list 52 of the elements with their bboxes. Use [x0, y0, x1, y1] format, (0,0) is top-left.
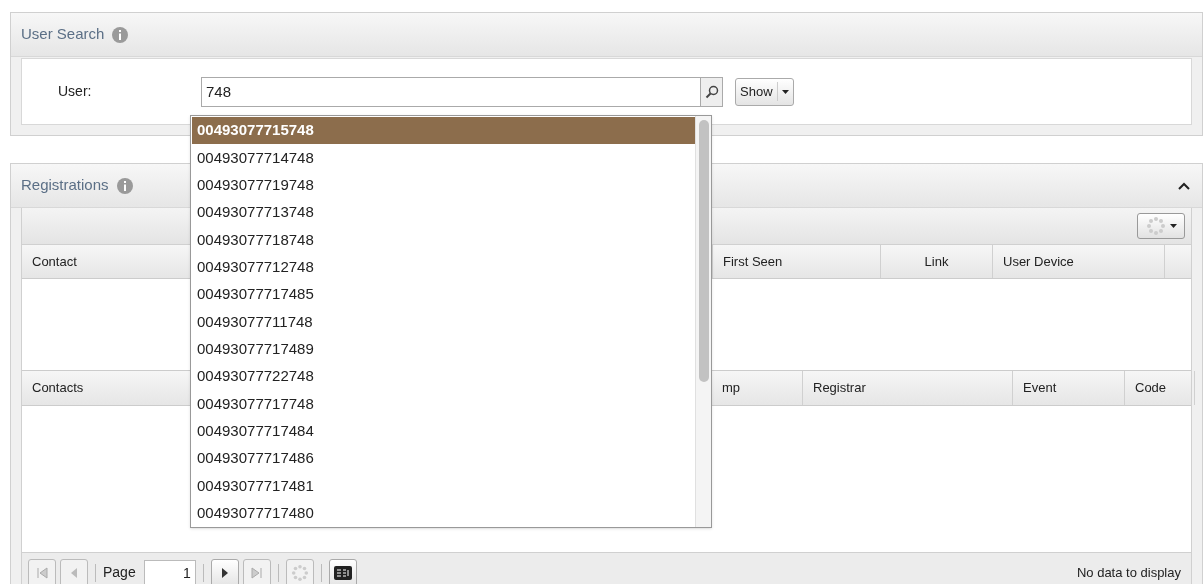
suggestion-item[interactable]: 00493077717489 [192, 335, 695, 363]
column-header[interactable]: Contact [22, 245, 190, 278]
suggestion-item[interactable]: 00493077717481 [192, 472, 695, 500]
suggestion-item[interactable]: 00493077722748 [192, 362, 695, 391]
suggestion-item[interactable]: 00493077713748 [192, 199, 695, 227]
suggestion-item[interactable]: 00493077717486 [192, 444, 695, 473]
caret-icon [1169, 224, 1177, 228]
column-header[interactable]: First Seen [713, 245, 881, 278]
suggestion-item[interactable]: 00493077719748 [192, 171, 695, 199]
search-icon [704, 84, 719, 99]
page-label: Page [103, 563, 136, 582]
settings-dropdown-button[interactable] [1137, 213, 1185, 239]
next-icon [219, 566, 230, 579]
scrollbar[interactable] [695, 116, 711, 527]
column-header[interactable]: Event [1013, 371, 1125, 405]
next-page-button[interactable] [210, 558, 239, 584]
panel-title: Registrations [21, 175, 109, 196]
suggestion-item[interactable]: 00493077712748 [192, 253, 695, 281]
first-page-button[interactable] [28, 558, 56, 584]
column-header[interactable]: Code [1125, 371, 1195, 405]
search-button[interactable] [700, 76, 723, 107]
spinner-icon [1145, 216, 1166, 236]
user-search-field[interactable]: 748 [201, 76, 700, 107]
paging-status: No data to display [1076, 563, 1181, 582]
page-number-field[interactable]: 1 [143, 559, 196, 584]
column-header[interactable]: Contacts [22, 371, 190, 405]
show-dropdown-button[interactable]: Show [735, 77, 794, 106]
export-button[interactable] [328, 558, 357, 584]
caret-icon [781, 89, 789, 94]
info-icon [112, 26, 129, 43]
previous-icon [69, 566, 79, 579]
suggestion-item[interactable]: 00493077717484 [192, 417, 695, 445]
field-label: User: [58, 82, 93, 101]
collapse-icon[interactable] [1178, 181, 1190, 190]
previous-page-button[interactable] [60, 558, 88, 584]
column-header[interactable]: Link [881, 245, 993, 278]
column-header[interactable]: User Device [993, 245, 1165, 278]
suggestion-item[interactable]: 00493077715748 [192, 117, 695, 145]
refresh-button[interactable] [285, 558, 314, 584]
suggestion-item[interactable]: 00493077714748 [192, 144, 695, 172]
info-icon [116, 177, 133, 194]
suggestion-item[interactable]: 00493077717480 [192, 499, 695, 527]
spinner-icon [290, 563, 309, 582]
first-page-icon [36, 566, 48, 579]
export-icon [333, 565, 352, 580]
suggestion-item[interactable]: 00493077717485 [192, 280, 695, 309]
suggestion-item[interactable]: 00493077718748 [192, 226, 695, 254]
suggestion-item[interactable]: 00493077717748 [192, 390, 695, 418]
panel-title: User Search [21, 24, 105, 45]
last-page-icon [250, 566, 263, 579]
suggestion-item[interactable]: 00493077711748 [192, 308, 695, 336]
column-header[interactable]: Registrar [803, 371, 1013, 405]
